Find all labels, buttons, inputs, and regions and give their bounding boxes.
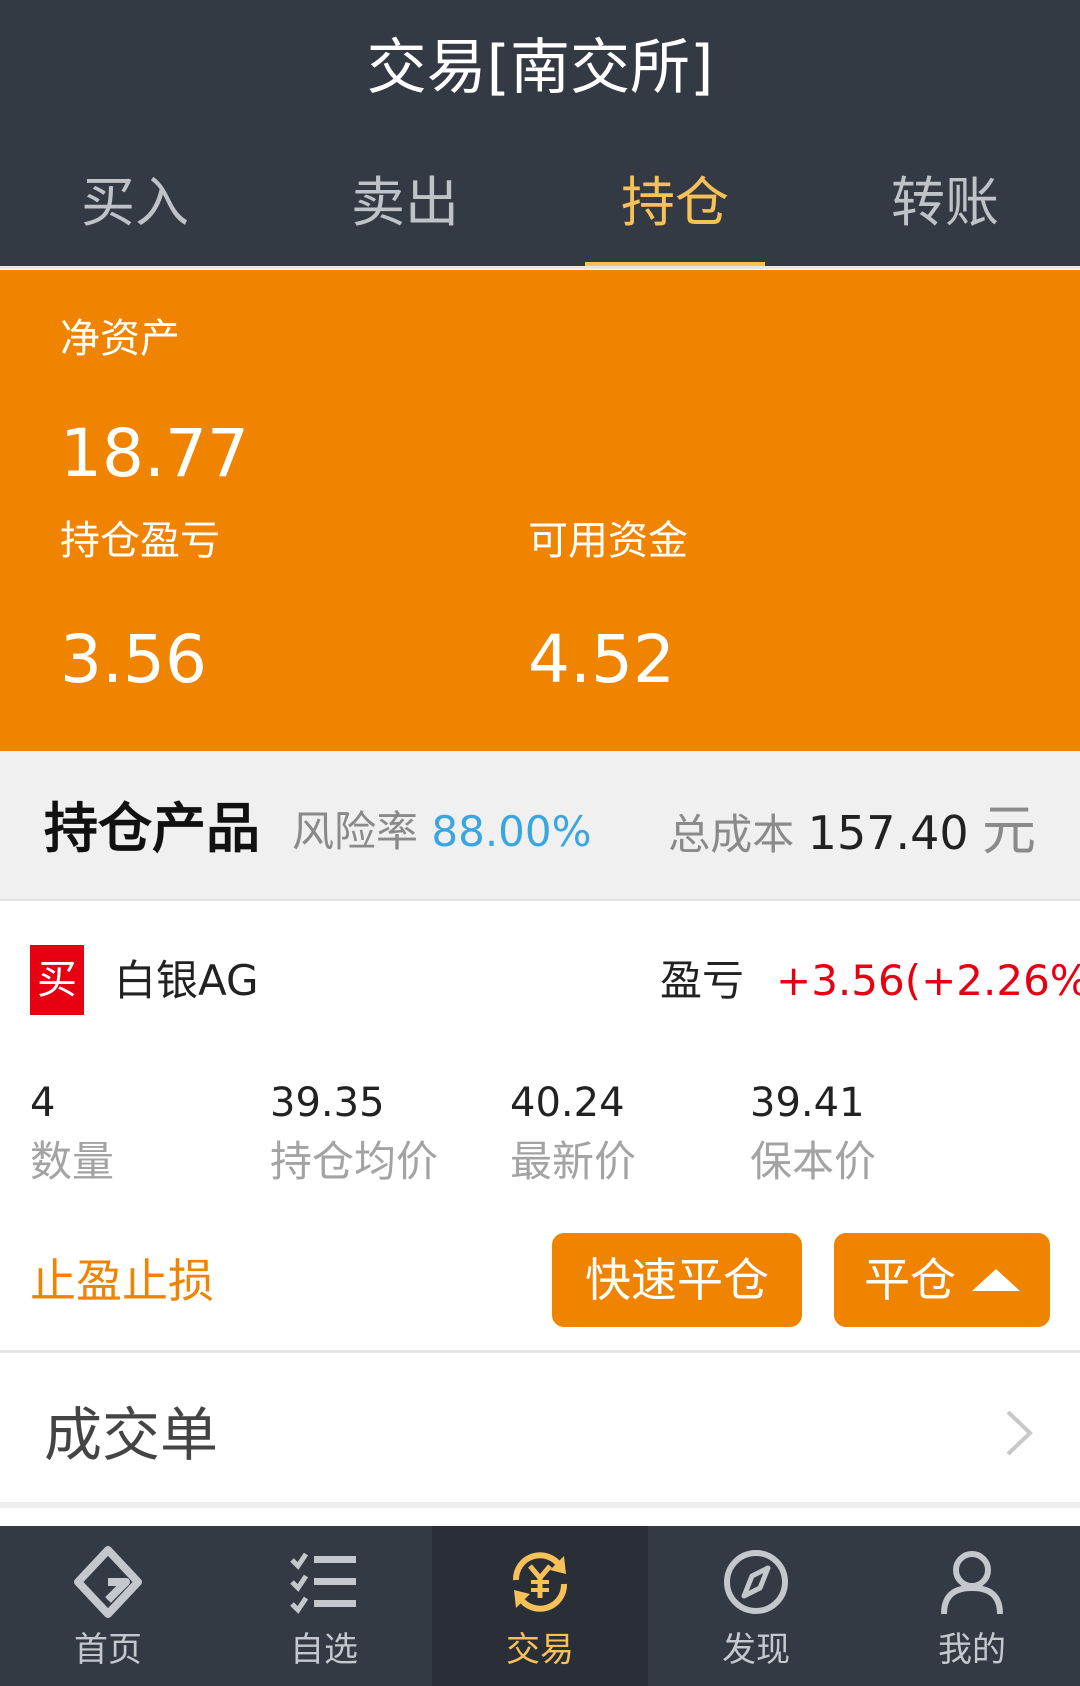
- close-position-button[interactable]: 平仓: [834, 1233, 1050, 1327]
- close-position-label: 平仓: [864, 1253, 956, 1307]
- net-assets-label: 净资产: [60, 316, 180, 362]
- metric-value: 39.35: [270, 1080, 385, 1126]
- user-icon: [941, 1551, 1003, 1615]
- nav-discover[interactable]: 发现: [648, 1526, 864, 1686]
- chevron-right-icon: [1006, 1410, 1033, 1456]
- metric-label: 最新价: [510, 1137, 637, 1186]
- tab-sell-label: 卖出: [351, 171, 459, 234]
- tab-sell[interactable]: 卖出: [270, 160, 540, 268]
- deals-row[interactable]: 成交单: [0, 1358, 1080, 1508]
- total-cost-unit: 元: [982, 799, 1036, 862]
- tab-buy-label: 买入: [81, 171, 189, 234]
- header-divider: [0, 266, 1080, 269]
- quick-close-button[interactable]: 快速平仓: [552, 1233, 802, 1327]
- nav-home[interactable]: 首页: [0, 1526, 216, 1686]
- pl-label: 盈亏: [660, 956, 745, 1005]
- nav-watchlist[interactable]: 自选: [216, 1526, 432, 1686]
- total-cost: 总成本 157.40 元: [668, 801, 1036, 865]
- total-cost-label: 总成本: [668, 810, 795, 859]
- tab-positions-label: 持仓: [621, 171, 729, 234]
- tab-transfer-label: 转账: [891, 171, 999, 234]
- available-funds-value: 4.52: [528, 621, 675, 698]
- metric-breakeven-price: 39.41 保本价: [750, 1078, 876, 1190]
- nav-home-label: 首页: [74, 1630, 142, 1670]
- compass-icon: [724, 1550, 788, 1614]
- metric-avg-price: 39.35 持仓均价: [270, 1078, 438, 1190]
- nav-trade-label: 交易: [506, 1630, 574, 1670]
- position-card[interactable]: 买 白银AG 盈亏 +3.56(+2.26%) 4 数量 39.35 持仓均价 …: [0, 903, 1080, 1353]
- nav-me-label: 我的: [938, 1630, 1006, 1670]
- tab-buy[interactable]: 买入: [0, 160, 270, 268]
- bottom-nav: 首页 自选 交易 发现 我的: [0, 1526, 1080, 1686]
- positions-header: 持仓产品 风险率 88.00% 总成本 157.40 元: [0, 751, 1080, 901]
- page-title: 交易[南交所]: [366, 33, 714, 103]
- metric-value: 39.41: [750, 1080, 865, 1126]
- available-funds-label: 可用资金: [528, 518, 688, 564]
- nav-discover-label: 发现: [722, 1630, 790, 1670]
- metric-label: 持仓均价: [270, 1137, 439, 1186]
- metric-value: 40.24: [510, 1080, 625, 1126]
- positions-title: 持仓产品: [44, 797, 260, 860]
- yen-exchange-icon: [512, 1552, 568, 1612]
- nav-me[interactable]: 我的: [864, 1526, 1080, 1686]
- total-cost-value: 157.40: [807, 806, 969, 860]
- checklist-icon: [290, 1552, 356, 1614]
- pl-value: +3.56(+2.26%): [776, 956, 1080, 1005]
- nav-trade[interactable]: 交易: [432, 1526, 648, 1686]
- metric-label: 保本价: [750, 1137, 877, 1186]
- caret-up-icon: [972, 1268, 1020, 1291]
- net-assets-value: 18.77: [60, 415, 249, 492]
- tab-positions[interactable]: 持仓: [540, 160, 810, 268]
- risk-rate-value: 88.00%: [431, 807, 592, 856]
- position-pl-value: 3.56: [60, 621, 207, 698]
- metric-latest-price: 40.24 最新价: [510, 1078, 636, 1190]
- metric-quantity: 4 数量: [30, 1078, 114, 1190]
- take-profit-stop-loss-link[interactable]: 止盈止损: [30, 1250, 214, 1312]
- nav-watchlist-label: 自选: [290, 1630, 358, 1670]
- metric-value: 4: [30, 1080, 56, 1126]
- buy-badge: 买: [30, 945, 84, 1015]
- metric-label: 数量: [30, 1137, 115, 1186]
- home-logo-icon: [74, 1546, 142, 1618]
- product-name: 白银AG: [114, 956, 259, 1005]
- tab-bar: 买入 卖出 持仓 转账: [0, 160, 1080, 268]
- position-pl-label: 持仓盈亏: [60, 518, 220, 564]
- account-summary: 净资产 18.77 持仓盈亏 3.56 可用资金 4.52: [0, 270, 1080, 751]
- risk-rate: 风险率 88.00%: [292, 805, 592, 859]
- deals-label: 成交单: [44, 1401, 219, 1469]
- risk-rate-label: 风险率: [292, 807, 419, 856]
- tab-transfer[interactable]: 转账: [810, 160, 1080, 268]
- header: 交易[南交所] 买入 卖出 持仓 转账: [0, 0, 1080, 269]
